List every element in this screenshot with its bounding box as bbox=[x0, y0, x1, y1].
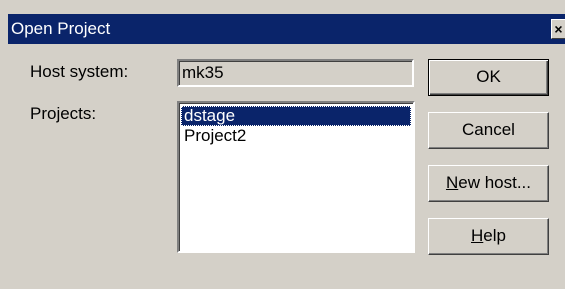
new-host-label: ew host... bbox=[458, 173, 532, 192]
list-item-dstage[interactable]: dstage bbox=[181, 106, 411, 126]
title-bar[interactable]: Open Project × bbox=[8, 14, 565, 44]
open-project-dialog: Open Project × Host system: mk35 Project… bbox=[0, 0, 565, 289]
ok-button[interactable]: OK bbox=[428, 59, 549, 96]
new-host-button[interactable]: New host... bbox=[428, 165, 549, 202]
close-button[interactable]: × bbox=[551, 19, 565, 39]
projects-listbox[interactable]: dstage Project2 bbox=[177, 101, 415, 253]
dialog-title: Open Project bbox=[11, 19, 111, 38]
close-icon: × bbox=[554, 21, 563, 37]
host-system-field: mk35 bbox=[177, 59, 414, 87]
new-host-accelerator: N bbox=[445, 173, 459, 192]
host-system-label: Host system: bbox=[30, 62, 129, 81]
cancel-button[interactable]: Cancel bbox=[428, 112, 549, 149]
help-button[interactable]: Help bbox=[428, 218, 549, 255]
help-accelerator: H bbox=[471, 226, 484, 245]
help-label: elp bbox=[483, 226, 506, 245]
projects-label: Projects: bbox=[30, 104, 97, 123]
list-item-project2[interactable]: Project2 bbox=[181, 126, 411, 146]
